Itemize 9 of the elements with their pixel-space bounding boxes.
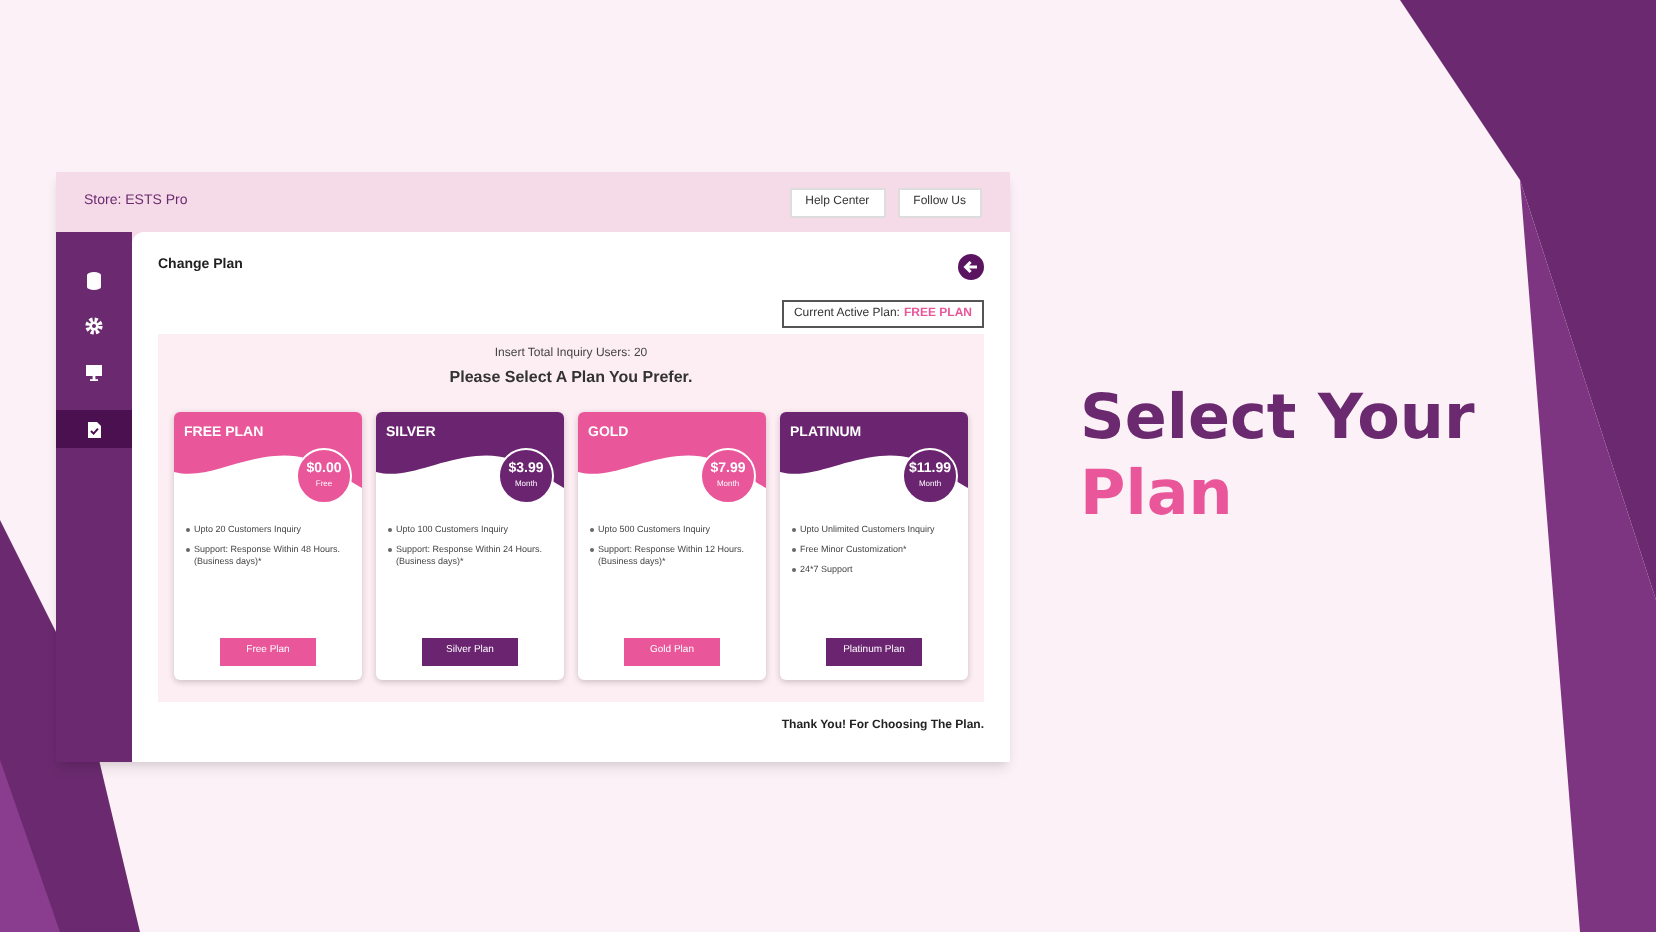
monitor-icon: [84, 361, 104, 381]
settings-icon: [84, 315, 104, 335]
document-icon: [84, 419, 104, 439]
database-icon: [84, 269, 104, 289]
sidebar-item[interactable]: [56, 410, 132, 448]
headline: Plan: [1080, 456, 1235, 532]
headline: Select Your: [1080, 380, 1475, 456]
back-arrow-icon[interactable]: [958, 253, 984, 279]
prompt-text: Please Select A Plan You Prefer.: [449, 366, 693, 390]
